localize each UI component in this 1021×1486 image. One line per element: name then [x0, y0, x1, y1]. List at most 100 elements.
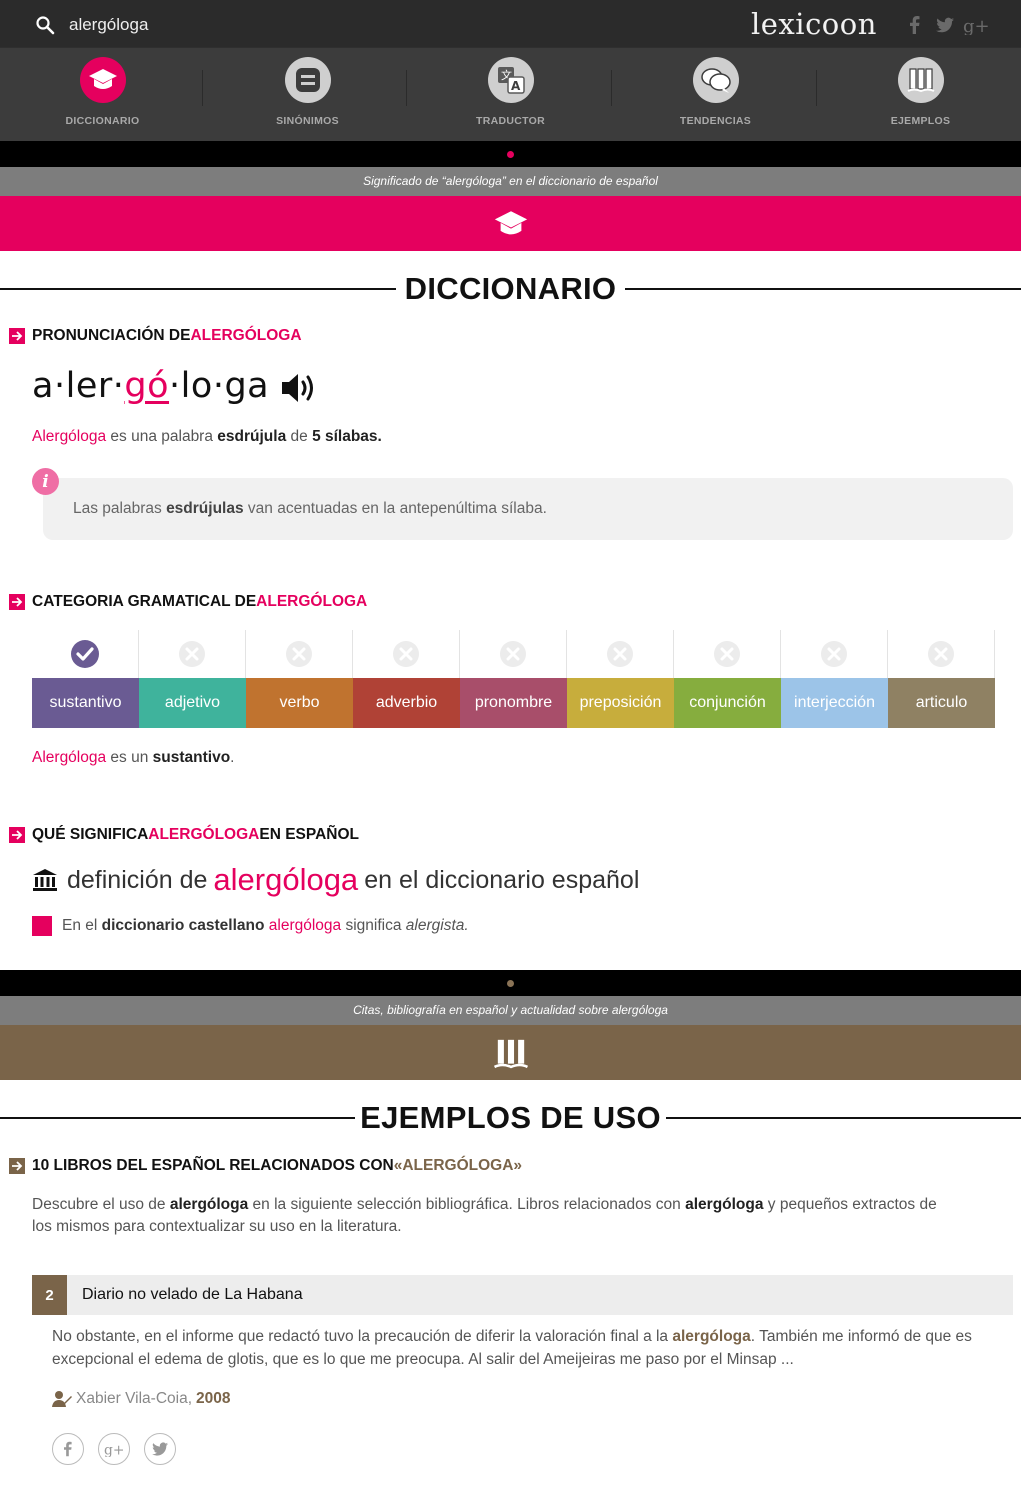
text: van acentuadas en la antepenúltima sílab… [243, 500, 547, 517]
nav-indicator-strip [0, 141, 1021, 167]
text: es una palabra [106, 428, 218, 445]
text: de [286, 428, 313, 445]
category-label: pronombre [460, 678, 567, 728]
excerpt-word: alergóloga [672, 1328, 751, 1345]
search-input[interactable]: alergóloga [69, 15, 148, 35]
section-indicator-dot [507, 980, 514, 987]
definition-entry: En el diccionario castellano alergóloga … [62, 917, 469, 935]
author-name: Xabier Vila-Coia, [76, 1390, 193, 1407]
nav-item-sinonimos[interactable]: SINÓNIMOS [205, 48, 410, 142]
twitter-icon [151, 1442, 169, 1456]
cross-icon [567, 630, 673, 678]
arrow-right-icon [9, 827, 25, 843]
nav-label: DICCIONARIO [65, 115, 140, 127]
category-label: verbo [246, 678, 353, 728]
category-adverbio: adverbio [353, 630, 460, 728]
title-rule [625, 288, 1021, 290]
facebook-icon [64, 1441, 72, 1457]
nav-separator [406, 70, 407, 106]
info-box: Las palabras esdrújulas van acentuadas e… [43, 478, 1013, 540]
synonyms-icon [296, 68, 320, 92]
book-excerpt: No obstante, en el informe que redactó t… [52, 1325, 1012, 1371]
syllable-stressed: gó [124, 366, 170, 406]
text: En el [62, 917, 102, 934]
heading-word: ALERGÓLOGA [190, 327, 302, 344]
pronunciation-heading: PRONUNCIACIÓN DE ALERGÓLOGA [9, 327, 302, 345]
heading-word: «ALERGÓLOGA» [393, 1157, 523, 1174]
category-sustantivo: sustantivo [32, 630, 139, 728]
text: es un [106, 749, 153, 766]
nav-item-diccionario[interactable]: DICCIONARIO [0, 48, 205, 142]
google-plus-icon[interactable]: g+ [963, 15, 989, 35]
nav-indicator-dot [507, 151, 514, 158]
examples-title-block: EJEMPLOS DE USO [0, 1098, 1021, 1138]
main-nav: DICCIONARIO SINÓNIMOS 文 A TRADUCTOR TEND… [0, 47, 1021, 141]
graduation-cap-icon [89, 69, 117, 89]
share-twitter-button[interactable] [144, 1433, 176, 1465]
syllable: ga [224, 366, 270, 406]
nav-tendencias-circle [693, 57, 739, 103]
dictionary-subtitle: Significado de “alergóloga” en el diccio… [0, 167, 1021, 196]
intro-word: alergóloga [169, 1196, 249, 1213]
definition-bullet [32, 916, 52, 936]
book-number: 2 [32, 1275, 67, 1315]
text: Descubre el uso de [32, 1196, 170, 1213]
syllable: ler [65, 366, 113, 406]
nav-label: TRADUCTOR [475, 115, 545, 127]
info-text: Las palabras esdrújulas van acentuadas e… [73, 500, 547, 518]
text: definición de [67, 865, 208, 894]
share-google-plus-button[interactable]: g+ [98, 1433, 130, 1465]
svg-text:g+: g+ [963, 16, 989, 35]
nav-separator [816, 70, 817, 106]
syllable-breakdown: a·ler·gó·lo·ga [32, 366, 270, 406]
examples-subtitle: Citas, bibliografía en español y actuali… [0, 996, 1021, 1025]
svg-text:A: A [511, 79, 521, 93]
category-articulo: articulo [888, 630, 995, 728]
text-bold: diccionario castellano [101, 917, 265, 934]
svg-text:g+: g+ [104, 1442, 124, 1457]
text: los mismos para contextualizar su uso en… [32, 1218, 402, 1235]
nav-label: EJEMPLOS [890, 115, 951, 127]
share-facebook-button[interactable] [52, 1433, 84, 1465]
nav-label: TENDENCIAS [679, 115, 752, 127]
heading-prefix: CATEGORIA GRAMATICAL DE [32, 593, 257, 610]
category-label: sustantivo [32, 678, 139, 728]
nav-sinonimos-circle [285, 57, 331, 103]
search-icon[interactable] [35, 15, 55, 35]
text: No obstante, en el informe que redactó t… [52, 1328, 673, 1345]
books-heading: 10 LIBROS DEL ESPAÑOL RELACIONADOS CON «… [9, 1157, 522, 1175]
word: Alergóloga [32, 749, 107, 766]
book-title[interactable]: Diario no velado de La Habana [82, 1286, 303, 1304]
nav-item-ejemplos[interactable]: EJEMPLOS [818, 48, 1021, 142]
book-card-header[interactable]: 2 Diario no velado de La Habana [32, 1275, 1013, 1315]
cross-icon [460, 630, 566, 678]
text: y pequeños extractos de [763, 1196, 937, 1213]
syllable: a [32, 366, 54, 406]
translate-icon: 文 A [498, 67, 525, 94]
category-conjunción: conjunción [674, 630, 781, 728]
google-plus-icon: g+ [104, 1442, 124, 1457]
logo[interactable]: lexicoon [751, 7, 877, 41]
category-adjetivo: adjetivo [139, 630, 246, 728]
category-pronombre: pronombre [460, 630, 567, 728]
category-label: articulo [888, 678, 995, 728]
cross-icon [888, 630, 994, 678]
facebook-icon[interactable] [905, 15, 925, 35]
category-label: conjunción [674, 678, 781, 728]
category-heading: CATEGORIA GRAMATICAL DE ALERGÓLOGA [9, 593, 367, 611]
graduation-cap-icon [494, 210, 527, 234]
speaker-icon[interactable] [280, 370, 318, 406]
twitter-icon[interactable] [935, 15, 955, 35]
title-rule [666, 1117, 1021, 1119]
cross-icon [353, 630, 459, 678]
category-label: preposición [567, 678, 674, 728]
books-icon [907, 68, 935, 93]
heading-word: ALERGÓLOGA [256, 593, 368, 610]
nav-item-traductor[interactable]: 文 A TRADUCTOR [408, 48, 613, 142]
chat-bubbles-icon [701, 68, 731, 93]
nav-item-tendencias[interactable]: TENDENCIAS [613, 48, 818, 142]
category-preposición: preposición [567, 630, 674, 728]
info-icon: i [32, 468, 59, 495]
syllable: lo [180, 366, 213, 406]
cross-icon [246, 630, 352, 678]
